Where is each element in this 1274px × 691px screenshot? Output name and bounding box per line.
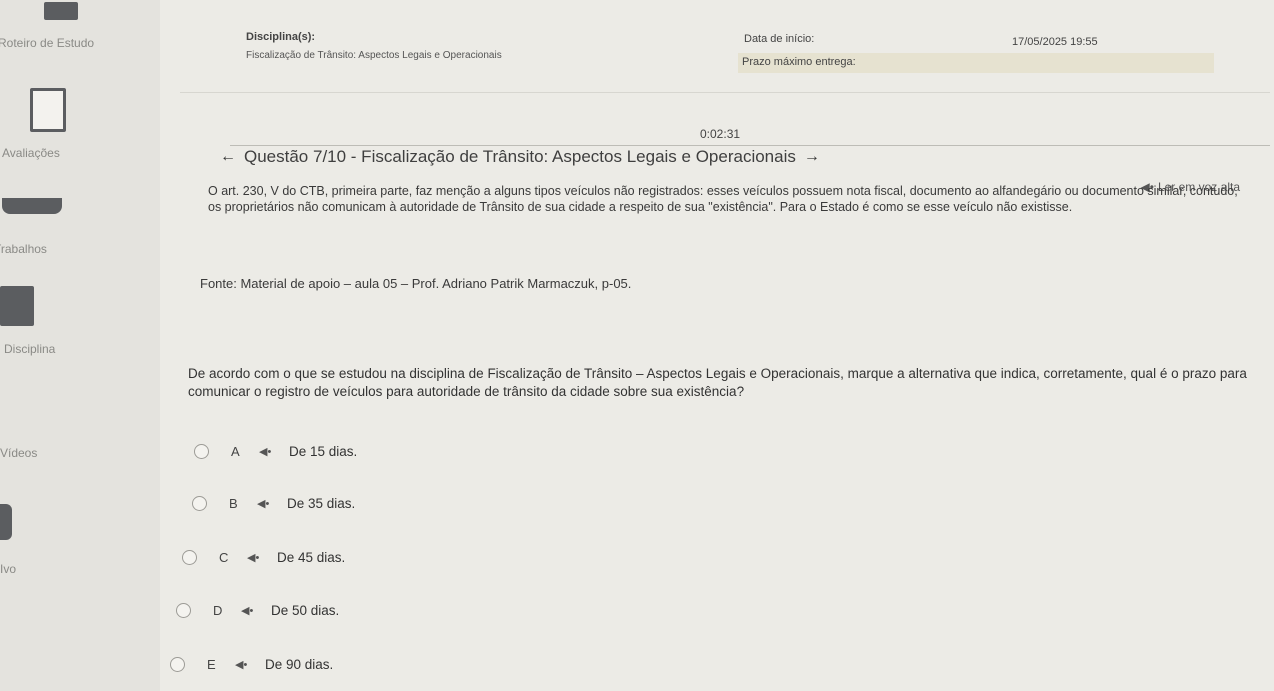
deadline-field: Prazo máximo entrega:	[738, 53, 1214, 73]
speaker-icon[interactable]: ◀•	[257, 497, 287, 510]
option-radio[interactable]	[194, 444, 209, 459]
sidebar-item-label: Vídeos	[0, 446, 38, 460]
tray-icon	[2, 198, 62, 214]
option-d[interactable]: D ◀• De 50 dias.	[176, 603, 339, 618]
sidebar-item-label: Disciplina	[4, 342, 56, 356]
sidebar-item-label: Avaliações	[2, 146, 60, 160]
start-date-value: 17/05/2025 19:55	[1012, 36, 1098, 48]
option-b[interactable]: B ◀• De 35 dias.	[192, 496, 355, 511]
option-letter: C	[219, 550, 229, 565]
sidebar-item-ivo[interactable]: Ivo	[0, 500, 160, 580]
question-prompt: De acordo com o que se estudou na discip…	[188, 366, 1247, 399]
option-radio[interactable]	[192, 496, 207, 511]
option-letter: B	[229, 496, 238, 511]
speaker-icon[interactable]: ◀•	[247, 551, 277, 564]
option-text: De 90 dias.	[265, 657, 334, 672]
option-radio[interactable]	[182, 550, 197, 565]
option-text: De 45 dias.	[277, 550, 346, 565]
speaker-icon[interactable]: ◀•	[235, 658, 265, 671]
question-title-bar: ← Questão 7/10 - Fiscalização de Trânsit…	[220, 147, 820, 167]
option-radio[interactable]	[170, 657, 185, 672]
option-letter: E	[207, 657, 216, 672]
option-letter: D	[213, 603, 223, 618]
option-letter: A	[231, 444, 240, 459]
question-title: Questão 7/10 - Fiscalização de Trânsito:…	[244, 147, 796, 166]
video-icon	[0, 504, 12, 540]
main-content: Disciplina(s): Fiscalização de Trânsito:…	[160, 0, 1274, 691]
option-a[interactable]: A ◀• De 15 dias.	[194, 444, 357, 459]
sidebar-item-disciplina[interactable]: Disciplina	[0, 284, 160, 364]
sidebar-item-videos[interactable]: Vídeos	[0, 438, 160, 488]
option-text: De 50 dias.	[271, 603, 340, 618]
arrow-left-icon[interactable]: ←	[220, 148, 236, 166]
folder-icon	[0, 286, 34, 326]
option-e[interactable]: E ◀• De 90 dias.	[170, 657, 333, 672]
sidebar-item-avaliacoes[interactable]: Avaliações	[0, 82, 160, 162]
option-radio[interactable]	[176, 603, 191, 618]
speaker-icon[interactable]: ◀•	[241, 604, 271, 617]
sidebar-item-label: Ivo	[0, 562, 17, 576]
sidebar-item-label: Roteiro de Estudo	[0, 36, 95, 50]
title-divider	[230, 145, 1270, 146]
discipline-label: Disciplina(s):	[246, 31, 316, 43]
clipboard-icon	[30, 88, 66, 132]
sidebar-item-label: Trabalhos	[0, 242, 47, 256]
sidebar: Roteiro de Estudo Avaliações Trabalhos D…	[0, 0, 160, 691]
arrow-right-icon[interactable]: →	[804, 148, 820, 166]
deadline-label: Prazo máximo entrega:	[742, 56, 856, 68]
question-source: Fonte: Material de apoio – aula 05 – Pro…	[200, 276, 632, 291]
header-divider	[180, 92, 1270, 93]
sidebar-item-trabalhos[interactable]: Trabalhos	[0, 190, 160, 270]
speaker-icon[interactable]: ◀•	[259, 445, 289, 458]
discipline-value: Fiscalização de Trânsito: Aspectos Legai…	[246, 50, 502, 61]
start-date-label: Data de início:	[744, 33, 815, 45]
sidebar-item-roteiro[interactable]: Roteiro de Estudo	[0, 0, 160, 60]
option-text: De 35 dias.	[287, 496, 356, 511]
timer: 0:02:31	[700, 127, 741, 141]
book-icon	[44, 2, 78, 20]
question-paragraph: O art. 230, V do CTB, primeira parte, fa…	[208, 184, 1238, 214]
option-text: De 15 dias.	[289, 444, 358, 459]
option-c[interactable]: C ◀• De 45 dias.	[182, 550, 345, 565]
